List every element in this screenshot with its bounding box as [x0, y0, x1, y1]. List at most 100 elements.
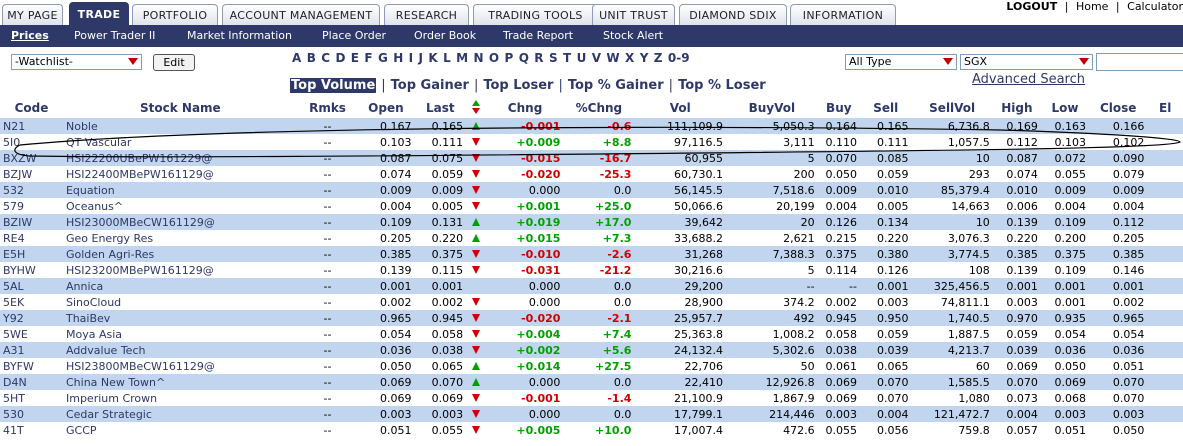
table-row[interactable]: 5HT Imperium Crown -- 0.069 0.069 -0.001 -1.4 2… — [0, 390, 1183, 406]
alpha-filter-w[interactable]: W — [606, 51, 619, 65]
stock-code[interactable]: 5WE — [0, 326, 63, 342]
alpha-filter-i[interactable]: I — [409, 51, 413, 65]
stock-code[interactable]: E5H — [0, 246, 63, 262]
table-row[interactable]: 5I0 QT Vascular -- 0.103 0.111 +0.009 +8.8 97,1… — [0, 134, 1183, 150]
sell-price[interactable]: 0.005 — [859, 198, 912, 214]
alpha-filter-r[interactable]: R — [534, 51, 543, 65]
stock-name[interactable]: Annica — [62, 278, 298, 294]
sell-price[interactable]: 0.085 — [859, 150, 912, 166]
stock-name[interactable]: HSI23000MBeCW161129@ — [62, 214, 298, 230]
column-header-chng[interactable]: Chng — [487, 97, 564, 118]
sell-price[interactable]: 0.380 — [859, 246, 912, 262]
sell-price[interactable]: 0.003 — [859, 294, 912, 310]
table-row[interactable]: RE4 Geo Energy Res -- 0.205 0.220 +0.015 +7.3 3… — [0, 230, 1183, 246]
stock-code[interactable]: RE4 — [0, 230, 63, 246]
buy-price[interactable]: 0.070 — [817, 150, 860, 166]
buy-price[interactable]: 0.055 — [817, 422, 860, 438]
sell-price[interactable]: 0.004 — [859, 406, 912, 422]
alpha-filter-d[interactable]: D — [335, 51, 345, 65]
stock-name[interactable]: GCCP — [62, 422, 298, 438]
stock-name[interactable]: Addvalue Tech — [62, 342, 298, 358]
stock-code[interactable]: 530 — [0, 406, 63, 422]
filter-top-loser[interactable]: Top % Loser — [678, 78, 766, 93]
buy-price[interactable]: 0.004 — [817, 198, 860, 214]
alpha-filter-j[interactable]: J — [419, 51, 423, 65]
alpha-filter-x[interactable]: X — [625, 51, 634, 65]
buy-price[interactable]: 0.110 — [817, 134, 860, 150]
stock-name[interactable]: ThaiBev — [62, 310, 298, 326]
stock-name[interactable]: Moya Asia — [62, 326, 298, 342]
column-header-low[interactable]: Low — [1041, 97, 1089, 118]
column-header-open[interactable]: Open — [357, 97, 414, 118]
alpha-filter-o[interactable]: O — [489, 51, 499, 65]
table-row[interactable]: 579 Oceanus^ -- 0.004 0.005 +0.001 +25.0 50,066… — [0, 198, 1183, 214]
stock-name[interactable]: Oceanus^ — [62, 198, 298, 214]
column-header-el[interactable]: El — [1147, 97, 1183, 118]
sell-price[interactable]: 0.070 — [859, 374, 912, 390]
type-select[interactable]: All Type — [845, 54, 957, 70]
buy-price[interactable]: 0.009 — [817, 182, 860, 198]
stock-name[interactable]: HSI22400MBePW161129@ — [62, 166, 298, 182]
sell-price[interactable]: 0.134 — [859, 214, 912, 230]
alpha-filter-y[interactable]: Y — [640, 51, 649, 65]
tab-trade[interactable]: TRADE — [69, 2, 129, 25]
subnav-place-order[interactable]: Place Order — [322, 29, 386, 42]
stock-code[interactable]: 41T — [0, 422, 63, 438]
subnav-stock-alert[interactable]: Stock Alert — [603, 29, 663, 42]
buy-price[interactable]: 0.003 — [817, 406, 860, 422]
buy-price[interactable]: 0.038 — [817, 342, 860, 358]
stock-code[interactable]: 5AL — [0, 278, 63, 294]
column-header-buy[interactable]: Buy — [818, 97, 860, 118]
stock-code[interactable]: Y92 — [0, 310, 63, 326]
calculator-link[interactable]: Calculator — [1127, 0, 1183, 13]
column-header-rmks[interactable]: Rmks — [298, 97, 358, 118]
buy-price[interactable]: 0.061 — [817, 358, 860, 374]
sell-price[interactable]: 0.059 — [859, 166, 912, 182]
table-row[interactable]: 530 Cedar Strategic -- 0.003 0.003 0.000 0.0 17… — [0, 406, 1183, 422]
buy-price[interactable]: 0.375 — [817, 246, 860, 262]
filter-top-gainer[interactable]: Top % Gainer — [568, 78, 664, 93]
table-row[interactable]: BYHW HSI23200MBePW161129@ -- 0.139 0.115 -0.0… — [0, 262, 1183, 278]
filter-top-volume[interactable]: Top Volume — [290, 78, 377, 93]
buy-price[interactable]: 0.050 — [817, 166, 860, 182]
stock-code[interactable]: D4N — [0, 374, 63, 390]
buy-price[interactable]: 0.058 — [817, 326, 860, 342]
table-row[interactable]: BZJW HSI22400MBePW161129@ -- 0.074 0.059 -0.0… — [0, 166, 1183, 182]
subnav-market-information[interactable]: Market Information — [187, 29, 292, 42]
table-row[interactable]: BYFW HSI23800MBeCW161129@ -- 0.050 0.065 +0.0… — [0, 358, 1183, 374]
column-header-sellvol[interactable]: SellVol — [912, 97, 993, 118]
alpha-filter-c[interactable]: C — [321, 51, 330, 65]
alpha-filter-t[interactable]: T — [563, 51, 571, 65]
alpha-filter-n[interactable]: N — [473, 51, 483, 65]
alpha-filter-v[interactable]: V — [592, 51, 601, 65]
table-row[interactable]: A31 Addvalue Tech -- 0.036 0.038 +0.002 +5.6 24… — [0, 342, 1183, 358]
buy-price[interactable]: 0.164 — [817, 118, 860, 134]
sell-price[interactable]: 0.950 — [859, 310, 912, 326]
alpha-filter-a[interactable]: A — [292, 51, 301, 65]
tab-account-management[interactable]: ACCOUNT MANAGEMENT — [222, 4, 380, 25]
sell-price[interactable]: 0.001 — [859, 278, 912, 294]
sell-price[interactable]: 0.165 — [859, 118, 912, 134]
stock-name[interactable]: SinoCloud — [62, 294, 298, 310]
stock-code[interactable]: N21 — [0, 118, 63, 134]
sell-price[interactable]: 0.126 — [859, 262, 912, 278]
stock-name[interactable]: HSI22200UBePW161229@ — [62, 150, 298, 166]
column-header-buyvol[interactable]: BuyVol — [726, 97, 818, 118]
tab-portfolio[interactable]: PORTFOLIO — [132, 4, 218, 25]
table-row[interactable]: 532 Equation -- 0.009 0.009 0.000 0.0 56,145.5 7… — [0, 182, 1183, 198]
alpha-filter-s[interactable]: S — [549, 51, 558, 65]
alpha-filter-m[interactable]: M — [456, 51, 468, 65]
stock-code[interactable]: BXZW — [0, 150, 63, 166]
table-row[interactable]: BXZW HSI22200UBePW161229@ -- 0.087 0.075 -0.0… — [0, 150, 1183, 166]
subnav-prices[interactable]: Prices — [11, 29, 49, 42]
column-header-vol[interactable]: Vol — [634, 97, 726, 118]
stock-code[interactable]: 532 — [0, 182, 63, 198]
stock-name[interactable]: Geo Energy Res — [62, 230, 298, 246]
sell-price[interactable]: 0.220 — [859, 230, 912, 246]
table-row[interactable]: 5WE Moya Asia -- 0.054 0.058 +0.004 +7.4 25,363… — [0, 326, 1183, 342]
sell-price[interactable]: 0.056 — [859, 422, 912, 438]
stock-code[interactable]: A31 — [0, 342, 63, 358]
table-row[interactable]: 5EK SinoCloud -- 0.002 0.002 0.000 0.0 28,900 37… — [0, 294, 1183, 310]
stock-name[interactable]: Noble — [62, 118, 298, 134]
column-header-stock-name[interactable]: Stock Name — [63, 97, 298, 118]
